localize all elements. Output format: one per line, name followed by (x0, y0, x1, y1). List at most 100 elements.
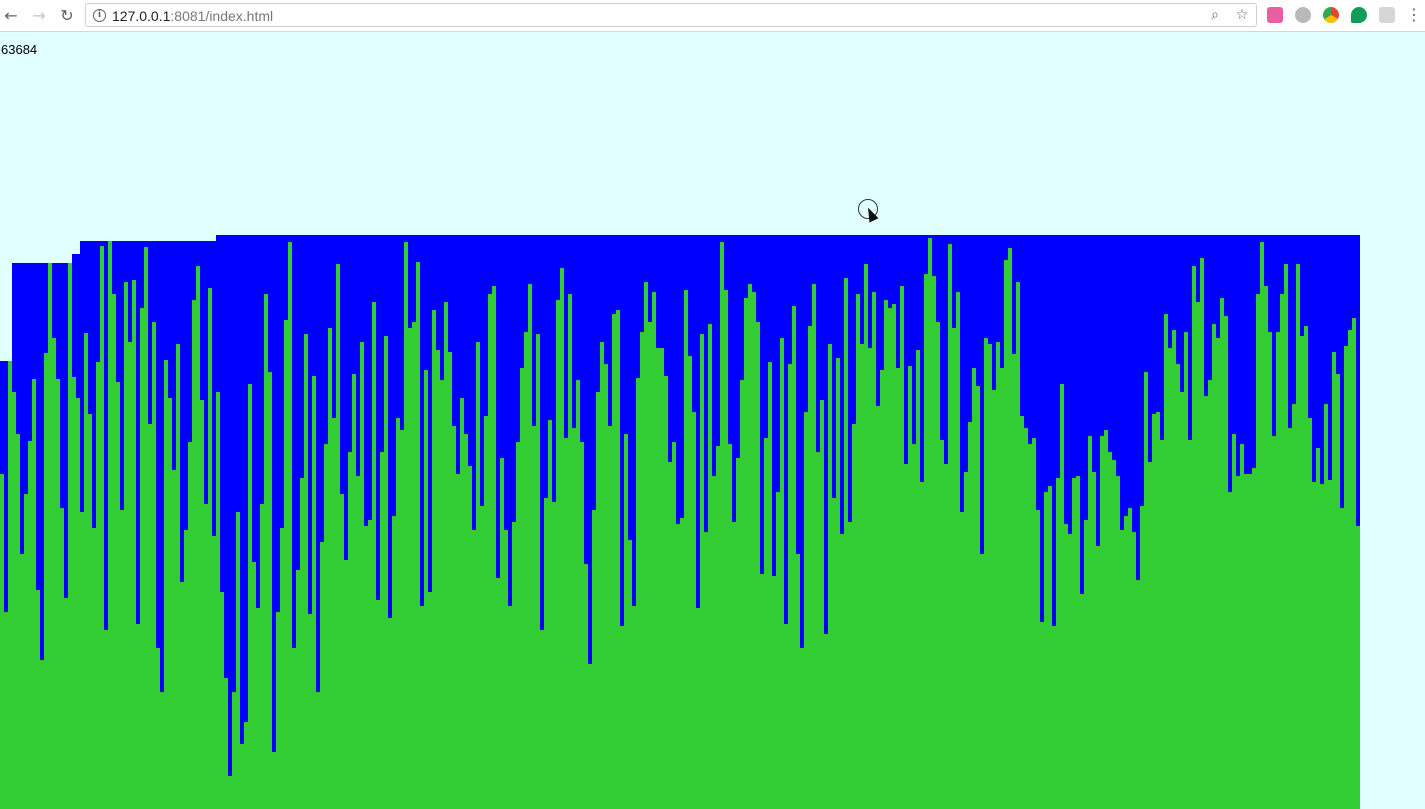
value-bar (68, 263, 72, 809)
ext-green-chat-icon[interactable] (1351, 7, 1367, 23)
value-bar (1220, 298, 1224, 809)
value-bar (0, 474, 4, 809)
value-bar (436, 350, 440, 809)
value-bar (188, 442, 192, 809)
value-bar (580, 442, 584, 809)
value-bar (656, 348, 660, 809)
value-bar (12, 392, 16, 809)
value-bar (496, 578, 500, 809)
value-bar (380, 452, 384, 809)
value-bar (260, 504, 264, 809)
value-bar (996, 342, 1000, 809)
value-bar (844, 278, 848, 809)
value-bar (1060, 384, 1064, 809)
ext-grid-icon[interactable] (1379, 7, 1395, 23)
value-bar (272, 752, 276, 809)
forward-arrow-icon[interactable]: → (28, 4, 50, 26)
value-bar (76, 398, 80, 809)
value-bar (460, 398, 464, 809)
value-bar (908, 366, 912, 809)
value-bar (696, 608, 700, 809)
value-bar (1324, 404, 1328, 809)
address-bar[interactable]: i 127.0.0.1:8081/index.html ⌕ ☆ (85, 3, 1257, 27)
value-bar (1084, 520, 1088, 809)
value-bar (792, 306, 796, 809)
back-arrow-icon[interactable]: ← (0, 4, 22, 26)
value-bar (892, 304, 896, 809)
url-text[interactable]: 127.0.0.1:8081/index.html (112, 8, 273, 24)
value-bar (692, 412, 696, 809)
value-bar (584, 564, 588, 809)
value-bar (652, 292, 656, 809)
value-bar (736, 458, 740, 809)
value-bar (1256, 294, 1260, 809)
value-bar (600, 342, 604, 809)
value-bar (96, 362, 100, 809)
value-bar (1348, 330, 1352, 809)
value-bar (1320, 484, 1324, 809)
bar-visualization (0, 235, 1360, 809)
value-bar (636, 378, 640, 809)
value-bar (336, 264, 340, 809)
info-icon[interactable]: i (93, 9, 106, 22)
value-bar (1232, 434, 1236, 809)
value-bar (980, 554, 984, 809)
star-icon[interactable]: ☆ (1233, 6, 1251, 24)
value-bar (108, 241, 112, 809)
value-bar (760, 574, 764, 809)
value-bar (24, 494, 28, 809)
value-bar (176, 344, 180, 809)
value-bar (1080, 594, 1084, 809)
value-bar (368, 520, 372, 809)
value-bar (644, 282, 648, 809)
value-bar (668, 462, 672, 809)
value-bar (444, 302, 448, 809)
value-bar (832, 498, 836, 809)
zoom-icon[interactable]: ⌕ (1206, 6, 1224, 24)
value-bar (1328, 480, 1332, 809)
value-bar (268, 372, 272, 809)
value-bar (944, 464, 948, 809)
value-bar (1276, 332, 1280, 809)
value-bar (132, 280, 136, 809)
value-bar (1316, 448, 1320, 809)
value-bar (1032, 438, 1036, 809)
value-bar (288, 242, 292, 809)
value-bar (1160, 440, 1164, 809)
ext-chrome-icon[interactable] (1323, 7, 1339, 23)
value-bar (1352, 318, 1356, 809)
value-bar (1004, 260, 1008, 809)
background-bar (272, 235, 276, 809)
value-bar (960, 512, 964, 809)
value-bar (776, 492, 780, 809)
url-path: :8081/index.html (170, 8, 274, 24)
value-bar (1176, 364, 1180, 809)
value-bar (328, 328, 332, 809)
value-bar (984, 338, 988, 809)
value-bar (1344, 346, 1348, 809)
kebab-menu-icon[interactable]: ⋮ (1406, 4, 1422, 26)
value-bar (204, 504, 208, 809)
value-bar (1012, 354, 1016, 809)
ext-grey-icon[interactable] (1295, 7, 1311, 23)
value-bar (160, 692, 164, 809)
value-bar (976, 386, 980, 809)
value-bar (752, 292, 756, 809)
value-bar (740, 380, 744, 809)
value-bar (1016, 282, 1020, 809)
value-bar (1104, 430, 1108, 809)
value-bar (56, 379, 60, 809)
value-bar (304, 334, 308, 809)
value-bar (516, 442, 520, 809)
reload-icon[interactable]: ↻ (56, 4, 78, 26)
value-bar (356, 476, 360, 809)
value-bar (364, 526, 368, 809)
value-bar (84, 333, 88, 809)
value-bar (940, 440, 944, 809)
value-bar (524, 332, 528, 809)
value-bar (1076, 476, 1080, 809)
value-bar (916, 350, 920, 809)
value-bar (396, 418, 400, 809)
ext-pink-icon[interactable] (1267, 7, 1283, 23)
value-bar (164, 360, 168, 809)
